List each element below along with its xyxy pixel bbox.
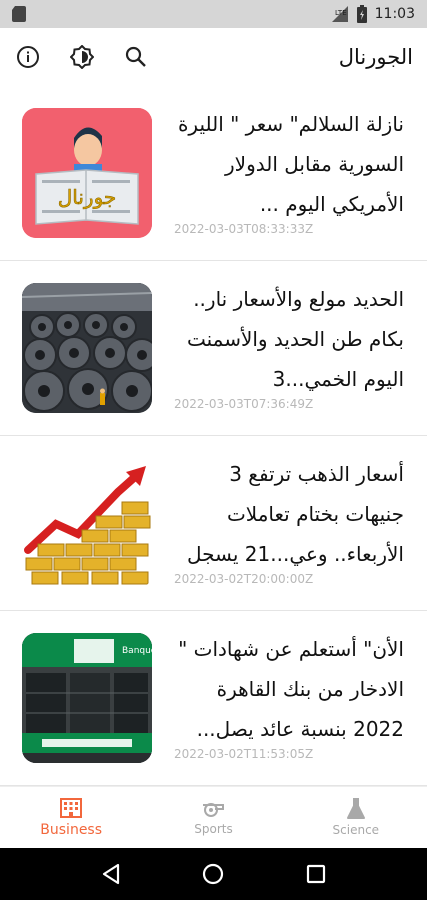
back-icon [103, 863, 120, 885]
nav-label-sports: Sports [194, 822, 233, 836]
recents-button[interactable] [296, 854, 336, 894]
app-actions [12, 41, 152, 73]
info-icon [17, 46, 39, 68]
svg-text:جورنال: جورنال [58, 185, 117, 209]
newspaper-reader-image: جورنال [22, 108, 152, 238]
article-date: 2022-03-02T20:00:00Z [174, 572, 314, 586]
sd-card-icon [12, 6, 26, 22]
nav-label-science: Science [332, 823, 380, 837]
bottom-navigation: Business Sports Science [0, 786, 427, 848]
theme-toggle-button[interactable] [66, 41, 98, 73]
article-feed[interactable]: جورنال نازلة السلالم" سعر " الليرة السور… [0, 86, 427, 786]
nav-item-science[interactable]: Science [285, 787, 427, 848]
article-date: 2022-03-03T08:33:33Z [174, 222, 314, 236]
article-headline[interactable]: أسعار الذهب ترتفع 3 جنيهات بختام تعاملات… [174, 454, 404, 574]
gold-bars-chart-image [22, 458, 152, 588]
business-icon [60, 798, 83, 818]
article-thumbnail: Banque du Caire [22, 633, 152, 763]
article-card[interactable]: جورنال نازلة السلالم" سعر " الليرة السور… [0, 86, 427, 261]
article-card[interactable]: أسعار الذهب ترتفع 3 جنيهات بختام تعاملات… [0, 436, 427, 611]
search-button[interactable] [120, 41, 152, 73]
article-headline[interactable]: نازلة السلالم" سعر " الليرة السورية مقاب… [174, 104, 404, 224]
article-date: 2022-03-03T07:36:49Z [174, 397, 314, 411]
app-title: الجورنال [338, 45, 413, 69]
sports-icon [203, 803, 225, 817]
nav-item-business[interactable]: Business [0, 787, 142, 848]
article-card[interactable]: الحديد مولع والأسعار نار.. بكام طن الحدي… [0, 261, 427, 436]
app-bar: الجورنال [0, 28, 427, 86]
svg-text:LTE: LTE [335, 9, 347, 17]
nav-label-business: Business [40, 822, 103, 838]
status-time: 11:03 [374, 6, 415, 22]
recents-icon [306, 864, 325, 884]
article-headline[interactable]: الحديد مولع والأسعار نار.. بكام طن الحدي… [174, 279, 404, 399]
article-thumbnail [22, 283, 152, 413]
article-date: 2022-03-02T11:53:05Z [174, 747, 314, 761]
svg-text:Banque du Caire: Banque du Caire [122, 646, 152, 656]
back-button[interactable] [91, 854, 131, 894]
search-icon [125, 46, 146, 67]
nav-item-sports[interactable]: Sports [142, 787, 284, 848]
banque-du-caire-image: Banque du Caire [22, 633, 152, 763]
steel-coils-image [22, 283, 152, 413]
signal-icon: LTE [331, 6, 348, 22]
info-button[interactable] [12, 41, 44, 73]
home-icon [203, 863, 224, 885]
status-bar: LTE 11:03 [0, 0, 427, 28]
battery-icon [356, 5, 367, 23]
science-icon [346, 798, 365, 819]
article-thumbnail [22, 458, 152, 588]
system-navigation-bar [0, 848, 427, 900]
article-headline[interactable]: الأن" أستعلم عن شهادات " الادخار من بنك … [174, 629, 404, 749]
home-button[interactable] [193, 854, 233, 894]
article-card[interactable]: Banque du Caire الأن" أستعلم عن شهادات "… [0, 611, 427, 786]
theme-toggle-icon [70, 45, 94, 69]
article-thumbnail: جورنال [22, 108, 152, 238]
